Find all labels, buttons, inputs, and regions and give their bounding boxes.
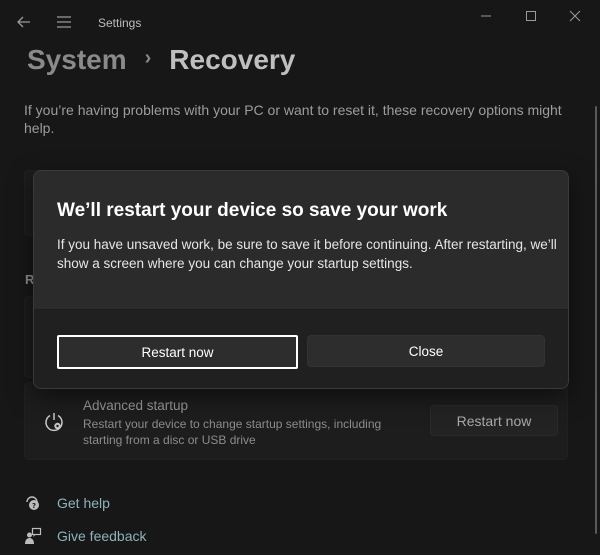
give-feedback-link[interactable]: Give feedback — [24, 527, 147, 545]
title-bar: Settings — [0, 0, 600, 46]
window-title: Settings — [98, 16, 142, 30]
intro-text: If you’re having problems with your PC o… — [24, 102, 562, 136]
breadcrumb-system[interactable]: System — [27, 44, 127, 76]
restart-now-button[interactable]: Restart now — [57, 335, 298, 369]
chevron-right-icon: › — [144, 46, 152, 69]
hamburger-menu-icon[interactable] — [54, 12, 74, 32]
get-help-label[interactable]: Get help — [57, 495, 110, 511]
advanced-startup-title: Advanced startup — [83, 398, 189, 413]
minimize-button[interactable] — [473, 6, 499, 26]
breadcrumb: System › Recovery — [27, 44, 295, 76]
give-feedback-label[interactable]: Give feedback — [57, 528, 147, 544]
help-icon: ? — [24, 494, 42, 512]
page-title: Recovery — [169, 44, 296, 75]
restart-dialog: We’ll restart your device so save your w… — [33, 170, 569, 389]
advanced-restart-now-button[interactable]: Restart now — [430, 405, 558, 436]
svg-text:?: ? — [32, 502, 36, 510]
advanced-startup-icon — [42, 410, 66, 434]
get-help-link[interactable]: ? Get help — [24, 494, 110, 512]
dialog-footer: Restart now Close — [34, 309, 568, 388]
maximize-button[interactable] — [518, 6, 544, 26]
close-button[interactable] — [562, 6, 588, 26]
feedback-icon — [24, 527, 42, 545]
advanced-startup-description: Restart your device to change startup se… — [83, 417, 382, 447]
dialog-body: If you have unsaved work, be sure to sav… — [57, 237, 557, 271]
back-arrow-icon[interactable] — [14, 12, 34, 32]
dialog-title: We’ll restart your device so save your w… — [57, 200, 448, 221]
close-dialog-button[interactable]: Close — [307, 335, 545, 367]
scrollbar[interactable] — [595, 106, 597, 534]
